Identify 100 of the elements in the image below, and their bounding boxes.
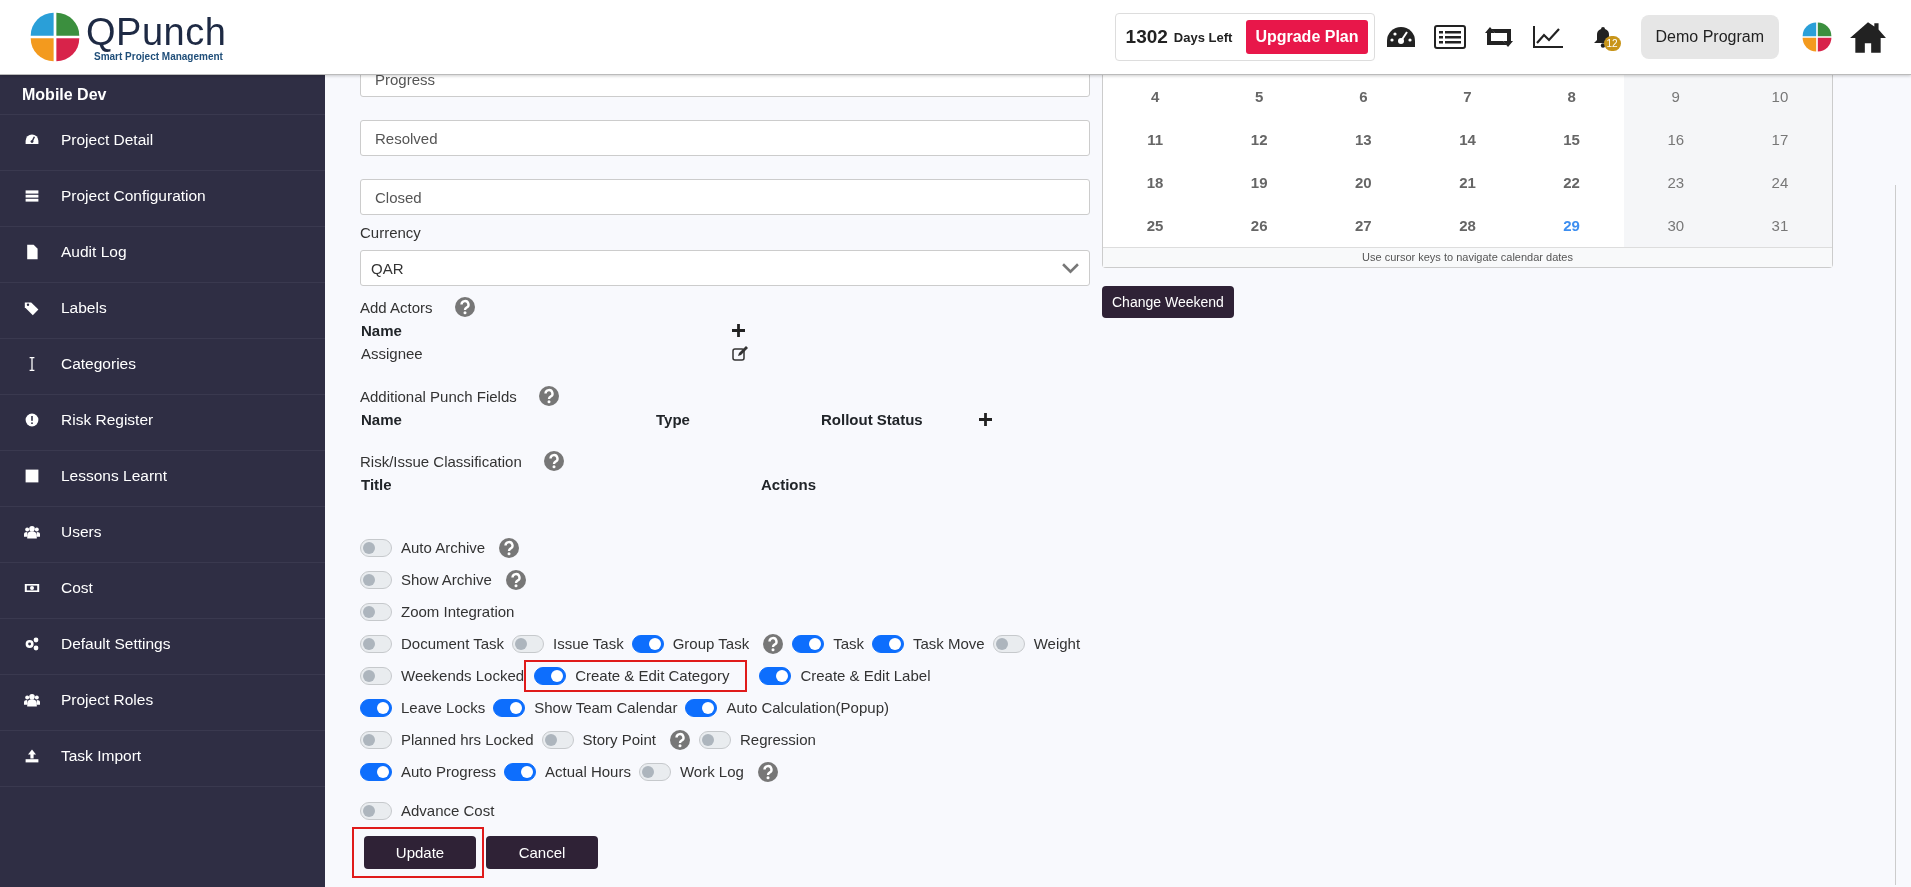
calendar-day[interactable]: 6 (1311, 75, 1416, 118)
toggle-label: Auto Calculation(Popup) (726, 699, 889, 716)
help-icon[interactable] (499, 537, 520, 558)
calendar-day[interactable]: 5 (1207, 75, 1312, 118)
toggle-switch[interactable] (360, 698, 392, 717)
calendar-day[interactable]: 12 (1207, 118, 1312, 161)
toggle-switch[interactable] (512, 634, 545, 653)
calendar-day[interactable]: 22 (1519, 161, 1624, 204)
calendar-day[interactable]: 27 (1311, 204, 1416, 247)
toggle-label: Show Team Calendar (534, 699, 678, 716)
days-label: Days Left (1173, 29, 1233, 45)
toggle-switch[interactable] (360, 730, 392, 749)
toggle-label: Auto Progress (401, 763, 497, 780)
calendar-day[interactable]: 26 (1207, 204, 1312, 247)
toggle-switch[interactable] (360, 762, 392, 781)
toggle-switch[interactable] (360, 538, 392, 557)
calendar-day[interactable]: 4 (1103, 75, 1208, 118)
calendar-day[interactable]: 15 (1519, 118, 1624, 161)
toggle-switch[interactable] (534, 666, 567, 685)
toggle-label: Task (833, 635, 864, 652)
calendar-day[interactable]: 31 (1727, 204, 1832, 247)
calendar-day[interactable]: 23 (1623, 161, 1728, 204)
toggle-switch[interactable] (992, 634, 1025, 653)
calendar-day[interactable]: 9 (1623, 75, 1728, 118)
column-header: Type (656, 411, 691, 428)
calendar-day[interactable]: 20 (1311, 161, 1416, 204)
file-icon (24, 243, 40, 260)
toggle-switch[interactable] (759, 666, 792, 685)
toggle-switch[interactable] (360, 602, 392, 621)
toggle-switch[interactable] (698, 730, 731, 749)
calendar-day[interactable]: 25 (1103, 204, 1208, 247)
upload-icon (24, 747, 40, 764)
edit-icon[interactable] (732, 345, 748, 362)
toggle-switch[interactable] (504, 762, 537, 781)
toggle-switch[interactable] (360, 634, 392, 653)
help-icon[interactable] (669, 729, 690, 750)
list-icon[interactable] (1433, 25, 1466, 49)
exclamation-icon (24, 411, 40, 428)
toggle-switch[interactable] (872, 634, 904, 653)
form-button[interactable]: Cancel (486, 836, 598, 869)
calendar-day[interactable]: 7 (1415, 75, 1520, 118)
toggle-switch[interactable] (541, 730, 574, 749)
program-button[interactable]: Demo Program (1640, 15, 1779, 59)
calendar-day[interactable]: 10 (1727, 75, 1832, 118)
add-icon[interactable] (732, 324, 745, 337)
dashboard-icon[interactable] (1384, 25, 1417, 49)
calendar-day[interactable]: 18 (1103, 161, 1208, 204)
home-icon[interactable] (1849, 20, 1887, 54)
line-chart-icon[interactable] (1531, 25, 1564, 49)
calendar-day[interactable]: 17 (1727, 118, 1832, 161)
help-icon[interactable] (538, 386, 559, 406)
column-header: Actions (761, 476, 817, 493)
help-icon[interactable] (757, 761, 778, 782)
calendar-day[interactable]: 19 (1207, 161, 1312, 204)
help-icon[interactable] (505, 569, 526, 590)
calendar-day[interactable]: 30 (1623, 204, 1728, 247)
status-input-field[interactable]: Resolved (360, 120, 1090, 156)
retweet-icon[interactable] (1482, 25, 1515, 49)
toggle-label: Actual Hours (545, 763, 631, 780)
calendar-day[interactable]: 28 (1415, 204, 1520, 247)
currency-select[interactable]: QAR (360, 250, 1090, 286)
change-weekend-button[interactable]: Change Weekend (1102, 286, 1234, 318)
logo-icon (28, 10, 82, 64)
calendar-day[interactable]: 13 (1311, 118, 1416, 161)
toggle-switch[interactable] (360, 570, 392, 589)
toggle-switch[interactable] (792, 634, 825, 653)
users-icon (24, 523, 40, 540)
square-icon (24, 467, 40, 484)
logo-name: QPunch (86, 12, 227, 51)
status-input-field[interactable]: Closed (360, 179, 1090, 215)
calendar-day[interactable]: 21 (1415, 161, 1520, 204)
toggle-switch[interactable] (493, 698, 526, 717)
add-icon[interactable] (979, 413, 992, 426)
toggle-label: Create & Edit Label (800, 667, 931, 684)
status-input-field[interactable]: Progress (360, 75, 1090, 97)
upgrade-button[interactable]: Upgrade Plan (1246, 20, 1368, 54)
toggle-label: Zoom Integration (401, 603, 515, 620)
calendar-day[interactable]: 14 (1415, 118, 1520, 161)
help-icon[interactable] (454, 297, 475, 317)
calendar-day[interactable]: 11 (1103, 118, 1208, 161)
logo-icon[interactable] (1801, 21, 1833, 53)
calendar-day[interactable]: 29 (1519, 204, 1624, 247)
toggle-switch[interactable] (638, 762, 671, 781)
calendar-day[interactable]: 8 (1519, 75, 1624, 118)
calendar-day[interactable]: 16 (1623, 118, 1728, 161)
calendar-day[interactable]: 24 (1727, 161, 1832, 204)
users-icon (24, 691, 40, 708)
toggle-switch[interactable] (360, 666, 392, 685)
table-cell-text: Assignee (361, 345, 424, 362)
toggle-switch[interactable] (360, 801, 392, 820)
toggle-switch[interactable] (685, 698, 718, 717)
toggle-switch[interactable] (631, 634, 664, 653)
form-button[interactable]: Update (364, 836, 476, 869)
column-header: Title (361, 476, 393, 493)
toggle-label: Weekends Locked (401, 667, 525, 684)
help-icon[interactable] (763, 633, 784, 654)
toggle-label: Issue Task (553, 635, 624, 652)
toggle-label: Work Log (679, 763, 744, 780)
help-icon[interactable] (543, 451, 564, 471)
toggle-label: Show Archive (401, 571, 492, 588)
